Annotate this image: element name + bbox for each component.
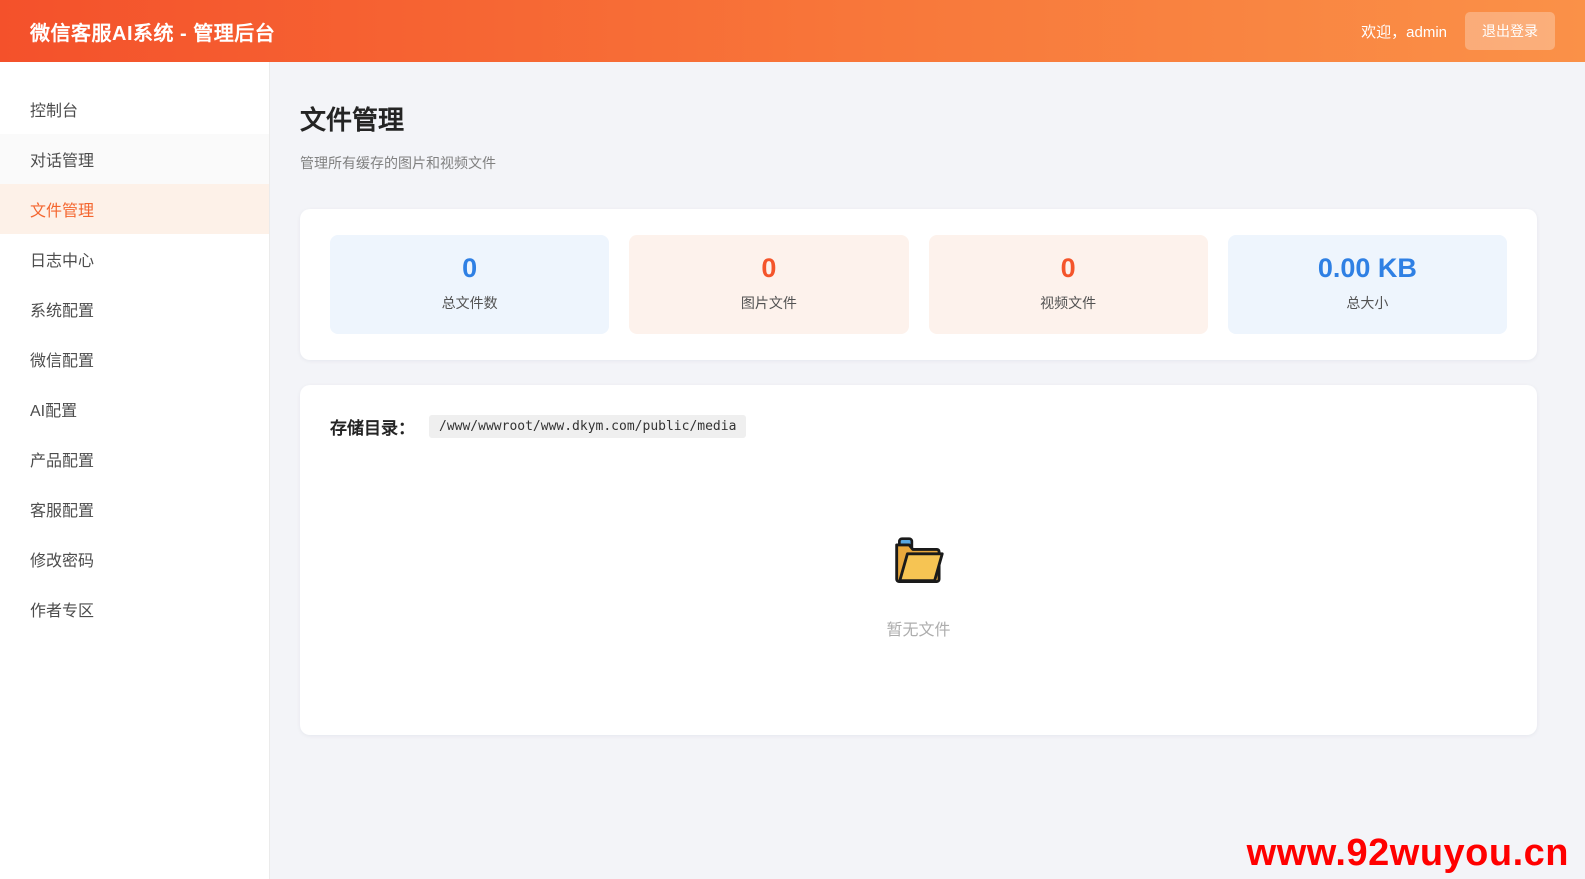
stat-total-files: 0 总文件数: [330, 235, 610, 335]
stat-total-size: 0.00 KB 总大小: [1227, 235, 1507, 335]
sidebar-item-dashboard[interactable]: 控制台: [0, 84, 269, 134]
empty-state-text: 暂无文件: [886, 622, 951, 640]
sidebar-item-product-config[interactable]: 产品配置: [0, 434, 269, 484]
sidebar-item-author-zone[interactable]: 作者专区: [0, 584, 269, 634]
stat-image-files-label: 图片文件: [740, 295, 797, 312]
sidebar-item-conversations[interactable]: 对话管理: [0, 134, 269, 184]
stat-image-files-value: 0: [761, 253, 777, 283]
sidebar-item-system-config[interactable]: 系统配置: [0, 284, 269, 334]
stat-total-size-label: 总大小: [1346, 295, 1389, 312]
app-header: 微信客服AI系统 - 管理后台 欢迎，admin 退出登录: [0, 0, 1585, 62]
stat-video-files: 0 视频文件: [928, 235, 1208, 335]
page-subtitle: 管理所有缓存的图片和视频文件: [300, 155, 496, 171]
sidebar-item-wechat-config[interactable]: 微信配置: [0, 334, 269, 384]
open-folder-icon: [892, 536, 946, 586]
logout-button[interactable]: 退出登录: [1465, 12, 1555, 50]
stat-video-files-label: 视频文件: [1040, 295, 1097, 312]
files-card: 存储目录： /www/wwwroot/www.dkym.com/public/m…: [300, 385, 1537, 736]
header-right: 欢迎，admin 退出登录: [1361, 12, 1555, 50]
sidebar-item-change-password[interactable]: 修改密码: [0, 534, 269, 584]
stats-card: 0 总文件数 0 图片文件 0 视频文件 0.00 KB 总大小: [300, 209, 1537, 361]
page-title: 文件管理: [300, 105, 405, 135]
sidebar-item-ai-config[interactable]: AI配置: [0, 384, 269, 434]
stats-grid: 0 总文件数 0 图片文件 0 视频文件 0.00 KB 总大小: [330, 235, 1507, 335]
stat-total-files-label: 总文件数: [441, 295, 498, 312]
sidebar: 控制台 对话管理 文件管理 日志中心 系统配置 微信配置 AI配置 产品配置 客…: [0, 62, 270, 879]
storage-dir-label: 存储目录：: [330, 419, 415, 439]
storage-dir-path: /www/wwwroot/www.dkym.com/public/media: [429, 415, 747, 439]
welcome-text: 欢迎，admin: [1361, 23, 1447, 41]
storage-dir-row: 存储目录： /www/wwwroot/www.dkym.com/public/m…: [330, 414, 1507, 439]
stat-video-files-value: 0: [1060, 253, 1076, 283]
watermark: www.92wuyou.cn: [1246, 832, 1569, 874]
empty-state: 暂无文件: [330, 536, 1507, 640]
sidebar-item-service-config[interactable]: 客服配置: [0, 484, 269, 534]
stat-total-size-value: 0.00 KB: [1317, 253, 1417, 283]
main-content: 文件管理 管理所有缓存的图片和视频文件 0 总文件数 0 图片文件 0 视频文件…: [270, 62, 1585, 879]
sidebar-item-logs[interactable]: 日志中心: [0, 234, 269, 284]
sidebar-item-files[interactable]: 文件管理: [0, 184, 269, 234]
stat-image-files: 0 图片文件: [629, 235, 909, 335]
app-title: 微信客服AI系统 - 管理后台: [30, 22, 276, 45]
stat-total-files-value: 0: [462, 253, 478, 283]
